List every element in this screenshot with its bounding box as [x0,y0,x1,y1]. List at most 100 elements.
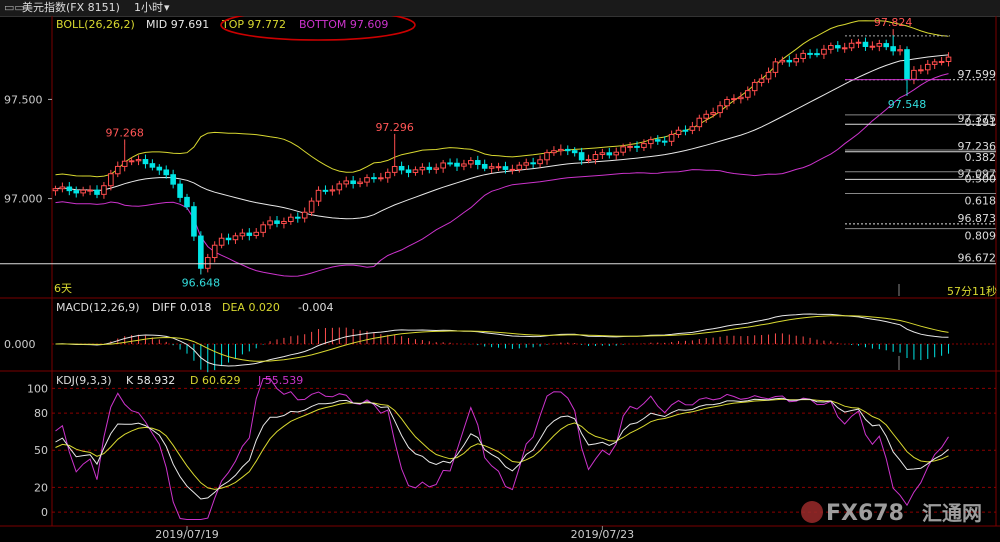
candle-body [371,177,377,180]
title-bar: ▭▭ 美元指数(FX 8151) 1小时 ▾ [0,0,1000,17]
candle-body [142,159,149,165]
candle-body [911,69,917,80]
candle-body [634,145,640,148]
kdj-legend-name: KDJ(9,3,3) [56,374,112,387]
candle-body [378,177,384,180]
candle-body [419,166,426,171]
candle-body [461,163,467,167]
kdj-tick-label: 80 [34,407,48,420]
candle-body [564,148,571,152]
candle-body [253,231,260,236]
price-tick-label: 97.500 [4,93,43,106]
boll-legend-bottom: BOTTOM 97.609 [299,18,388,31]
candle-body [66,186,73,192]
candle-body [73,190,80,194]
candle-body [751,81,758,92]
kdj-legend-d: D 60.629 [190,374,240,387]
chart-canvas: 97.500 97.000 97.268 96.648 97.296 97.824 97.5… [0,16,1000,541]
candle-body [793,57,800,63]
candle-body [578,152,585,161]
fib-level-price: 96.672 [958,252,997,265]
candle-body [204,257,211,269]
candle-body [654,139,661,142]
candle-body [495,166,502,169]
fib-level-price: 96.873 [958,212,997,225]
price-annotation: 96.648 [182,276,221,289]
candle-body [758,78,765,83]
candle-body [184,196,190,208]
candle-body [87,189,93,192]
candle-body [281,220,287,224]
candle-body [765,71,772,80]
candle-body [710,112,716,115]
candle-body [481,163,488,169]
candle-body [931,61,938,65]
candle-body [897,49,903,52]
price-annotation: 97.296 [375,121,414,134]
candle-body [509,168,516,171]
kdj-tick-label: 0 [41,506,48,519]
price-annotation: 97.548 [888,98,927,111]
candle-body [841,47,848,50]
candle-body [405,169,412,173]
candle-body [315,189,322,202]
candle-body [488,166,495,169]
candle-body [149,163,156,168]
candle-body [246,232,253,236]
days-label: 6天 [54,282,72,295]
candle-body [876,43,883,47]
period-selector[interactable]: 1小时 [134,0,163,16]
candle-body [364,177,370,183]
candle-body [571,150,578,154]
candle-body [689,126,696,131]
candle-body [675,129,682,135]
watermark-logo-icon [801,501,823,523]
candle-body [544,152,550,161]
candle-body [862,41,869,47]
x-tick-label: 2019/07/19 [155,528,218,541]
price-annotation: 97.268 [105,126,144,139]
candle-body [918,69,924,72]
candle-body [558,148,564,152]
candle-body [170,174,176,185]
candle-body [938,60,945,63]
macd-legend-dea: DEA 0.020 [222,301,280,314]
candle-body [163,169,170,176]
symbol-title: 美元指数(FX 8151) [22,1,120,14]
boll-legend-top: TOP 97.772 [221,18,286,31]
candle-body [523,162,530,166]
candle-body [648,139,654,145]
candle-body [613,151,620,156]
candle-body [322,189,329,192]
x-tick-label: 2019/07/23 [571,528,634,541]
candle-body [668,133,675,142]
candle-body [724,99,730,107]
chevron-down-icon[interactable]: ▾ [164,0,170,16]
candle-body [869,45,876,48]
candle-body [454,162,460,167]
candle-body [904,49,910,80]
candle-body [779,59,786,63]
fib-ratio-label: 0.618 [965,194,997,207]
candle-body [717,105,723,114]
candle-body [398,165,405,171]
candle-body [101,185,107,195]
fib-ratio-label: 0.809 [965,230,997,243]
candle-body [218,237,225,246]
candle-body [585,159,592,162]
macd-dea-line [55,315,949,362]
candle-body [696,117,703,128]
candle-body [239,232,246,237]
macd-legend-diff: DIFF 0.018 [152,301,211,314]
candle-body [703,113,710,119]
fib-ratio-label: 0.382 [965,151,997,164]
candle-body [260,224,266,233]
candle-body [336,183,343,191]
candle-body [620,146,626,153]
candle-body [530,162,536,165]
boll-bottom-line [55,73,949,277]
candle-body [357,181,363,185]
candle-body [661,140,668,143]
boll-top-line [55,20,949,178]
candle-body [211,244,218,259]
